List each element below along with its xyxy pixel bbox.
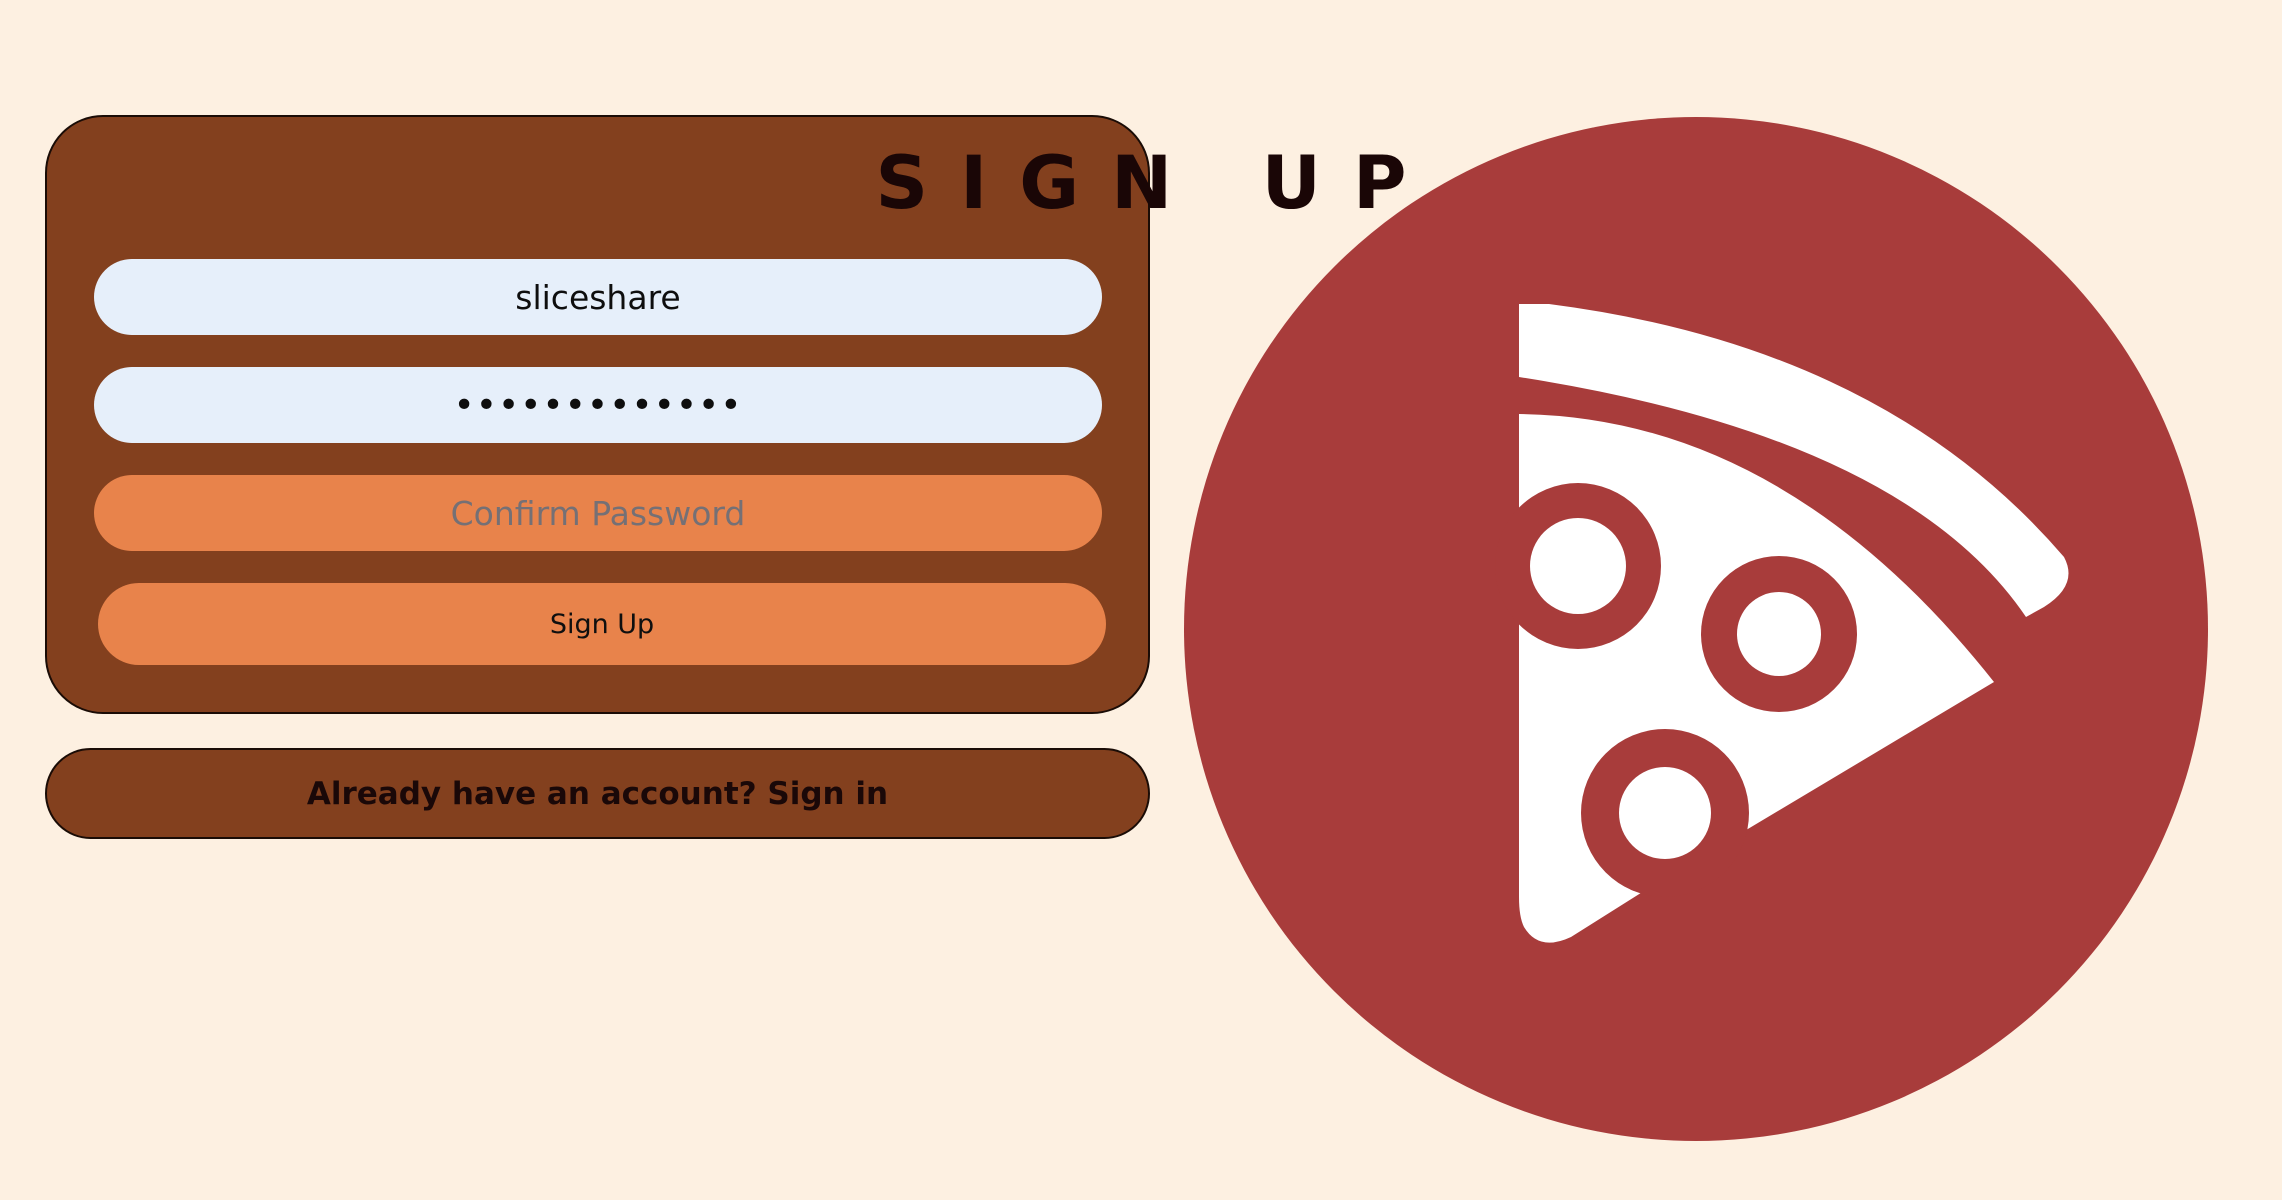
- sign-in-link-bar[interactable]: Already have an account? Sign in: [45, 748, 1150, 839]
- username-field[interactable]: [94, 259, 1102, 335]
- pizza-slice-icon: [1184, 117, 2208, 1141]
- sign-in-link[interactable]: Already have an account? Sign in: [307, 776, 888, 812]
- confirm-password-field[interactable]: [94, 475, 1102, 551]
- password-field[interactable]: [94, 367, 1102, 443]
- sign-up-button[interactable]: Sign Up: [98, 583, 1106, 665]
